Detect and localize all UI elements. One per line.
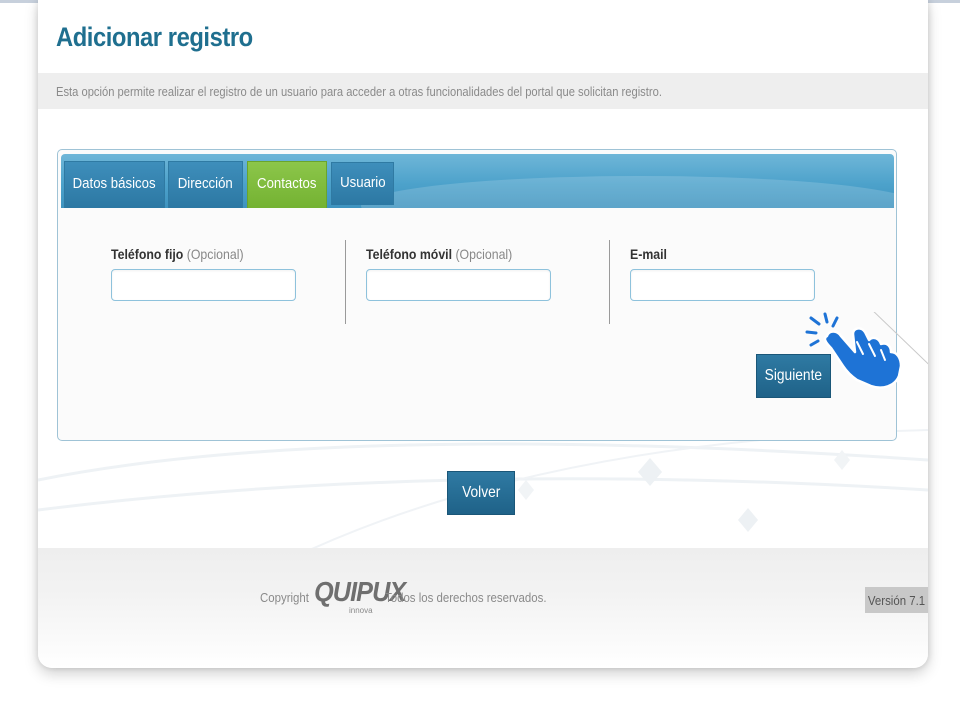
optional-hint: (Opcional) <box>186 246 244 262</box>
tab-datos-basicos[interactable]: Datos básicos <box>64 161 165 208</box>
description-text: Esta opción permite realizar el registro… <box>56 84 662 99</box>
telefono-movil-input[interactable] <box>366 269 551 301</box>
tab-usuario[interactable]: Usuario <box>331 162 394 205</box>
tab-label: Usuario <box>339 173 386 191</box>
main-panel: Adicionar registro Esta opción permite r… <box>38 0 928 668</box>
description-bar: Esta opción permite realizar el registro… <box>38 73 928 109</box>
button-label: Volver <box>461 484 501 501</box>
pointing-hand-click-icon <box>805 312 928 389</box>
logo-tagline: innova <box>349 606 373 615</box>
page-title: Adicionar registro <box>56 22 253 52</box>
label-text: E-mail <box>630 246 667 262</box>
email-input[interactable] <box>630 269 815 301</box>
email-label: E-mail <box>630 246 667 262</box>
field-divider <box>345 240 346 324</box>
tab-contactos[interactable]: Contactos <box>247 161 327 208</box>
field-divider <box>609 240 610 324</box>
volver-button[interactable]: Volver <box>447 471 515 515</box>
label-text: Teléfono móvil <box>366 246 453 262</box>
version-badge: Versión 7.1 <box>865 587 928 613</box>
registration-form: Datos básicos Dirección Contactos Usuari… <box>57 149 897 441</box>
label-text: Teléfono fijo <box>111 246 184 262</box>
tab-direccion[interactable]: Dirección <box>168 161 243 208</box>
copyright-text: Copyright <box>260 590 309 605</box>
tab-label: Datos básicos <box>73 174 156 192</box>
footer: Copyright QUIPUX innova Todos los derech… <box>38 548 928 668</box>
rights-text: Todos los derechos reservados. <box>385 590 547 605</box>
telefono-fijo-label: Teléfono fijo (Opcional) <box>111 246 244 262</box>
optional-hint: (Opcional) <box>455 246 513 262</box>
tab-label: Dirección <box>177 174 234 192</box>
tab-label: Contactos <box>257 174 317 192</box>
telefono-fijo-input[interactable] <box>111 269 296 301</box>
tab-strip: Datos básicos Dirección Contactos Usuari… <box>61 154 894 208</box>
telefono-movil-label: Teléfono móvil (Opcional) <box>366 246 512 262</box>
version-text: Versión 7.1 <box>867 592 926 608</box>
